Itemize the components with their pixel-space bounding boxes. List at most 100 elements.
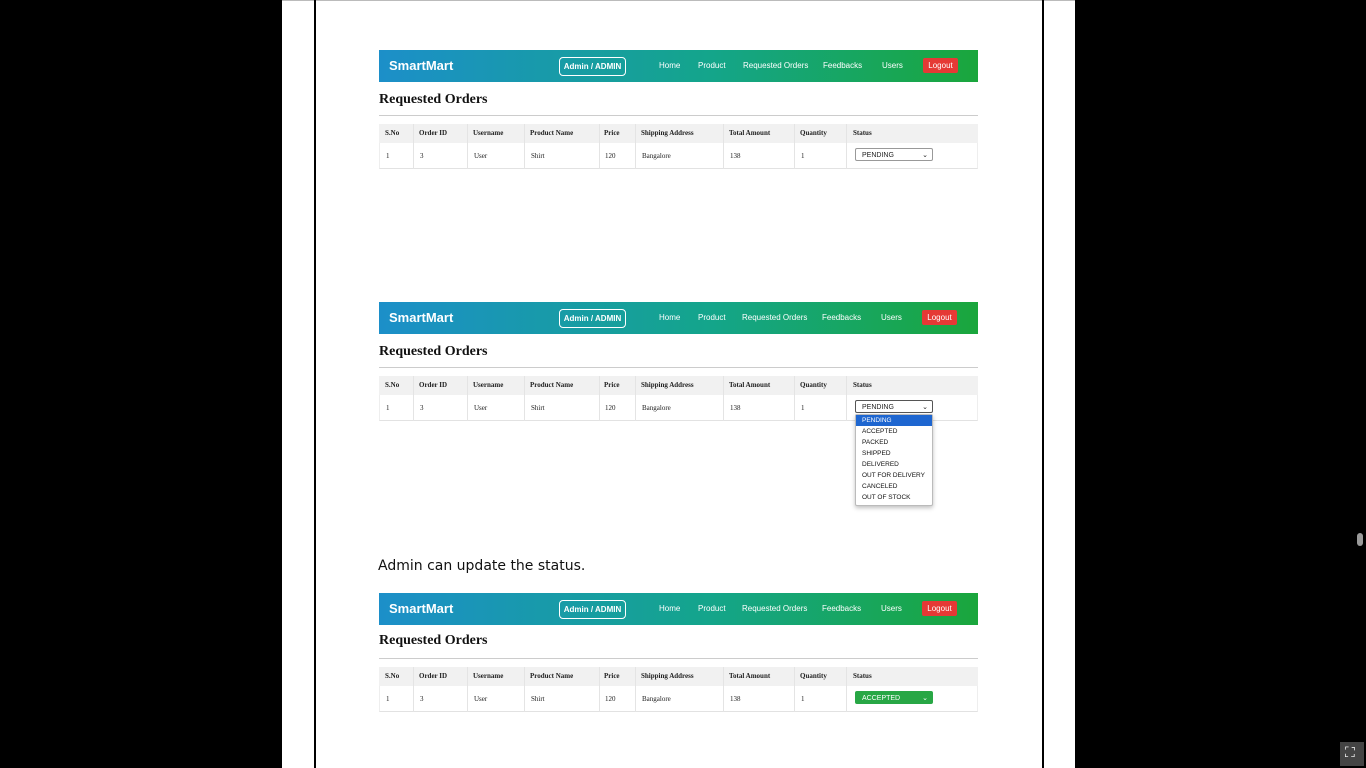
cell-shipping-address: Bangalore: [642, 695, 671, 703]
admin-badge[interactable]: Admin / ADMIN: [559, 309, 626, 328]
cell-sno: 1: [386, 695, 390, 703]
column-divider: [599, 667, 600, 712]
col-status: Status: [853, 129, 872, 137]
nav-home[interactable]: Home: [659, 604, 680, 613]
cell-sno: 1: [386, 404, 390, 412]
column-divider: [723, 667, 724, 712]
orders-table: S.No Order ID Username Product Name Pric…: [379, 667, 978, 712]
status-value: ACCEPTED: [862, 695, 901, 702]
page-title: Requested Orders: [379, 633, 488, 648]
option-canceled[interactable]: CANCELED: [856, 481, 932, 492]
col-sno: S.No: [385, 129, 400, 137]
option-packed[interactable]: PACKED: [856, 437, 932, 448]
navbar: SmartMart Admin / ADMIN Home Product Req…: [379, 593, 978, 625]
table-header: S.No Order ID Username Product Name Pric…: [379, 124, 978, 143]
column-divider: [794, 124, 795, 169]
logout-button[interactable]: Logout: [922, 601, 957, 616]
nav-feedbacks[interactable]: Feedbacks: [823, 61, 862, 70]
cell-username: User: [474, 152, 488, 160]
cell-product-name: Shirt: [531, 695, 545, 703]
title-divider: [379, 367, 978, 368]
nav-users[interactable]: Users: [882, 61, 903, 70]
option-pending[interactable]: PENDING: [856, 415, 932, 426]
column-divider: [635, 124, 636, 169]
column-divider: [467, 124, 468, 169]
col-username: Username: [473, 672, 504, 680]
col-total-amount: Total Amount: [729, 672, 771, 680]
column-divider: [794, 376, 795, 421]
cell-shipping-address: Bangalore: [642, 152, 671, 160]
col-status: Status: [853, 381, 872, 389]
nav-product[interactable]: Product: [698, 313, 726, 322]
nav-product[interactable]: Product: [698, 604, 726, 613]
screenshot-dropdown: SmartMart Admin / ADMIN Home Product Req…: [379, 302, 978, 422]
brand-logo[interactable]: SmartMart: [389, 601, 453, 616]
col-quantity: Quantity: [800, 672, 827, 680]
cell-username: User: [474, 404, 488, 412]
page-title: Requested Orders: [379, 92, 488, 107]
exit-fullscreen-icon: ⛶: [1345, 744, 1355, 760]
logout-button[interactable]: Logout: [923, 58, 958, 73]
table-header: S.No Order ID Username Product Name Pric…: [379, 376, 978, 395]
caption-text: Admin can update the status.: [378, 558, 586, 574]
col-product-name: Product Name: [530, 672, 574, 680]
cell-total-amount: 138: [730, 404, 741, 412]
cell-shipping-address: Bangalore: [642, 404, 671, 412]
col-username: Username: [473, 381, 504, 389]
table-row: 1 3 User Shirt 120 Bangalore 138 1 ACCEP…: [379, 686, 978, 712]
status-select[interactable]: ACCEPTED ⌄: [855, 691, 933, 704]
admin-badge[interactable]: Admin / ADMIN: [559, 600, 626, 619]
cell-price: 120: [605, 695, 616, 703]
nav-requested-orders[interactable]: Requested Orders: [742, 604, 807, 613]
status-select[interactable]: PENDING ⌄: [855, 400, 933, 413]
nav-requested-orders[interactable]: Requested Orders: [743, 61, 808, 70]
cell-product-name: Shirt: [531, 404, 545, 412]
col-order-id: Order ID: [419, 129, 448, 137]
col-price: Price: [604, 129, 620, 137]
cell-quantity: 1: [801, 404, 805, 412]
column-divider: [524, 667, 525, 712]
table-row: 1 3 User Shirt 120 Bangalore 138 1 PENDI…: [379, 143, 978, 169]
table-header: S.No Order ID Username Product Name Pric…: [379, 667, 978, 686]
title-divider: [379, 115, 978, 116]
brand-logo[interactable]: SmartMart: [389, 310, 453, 325]
exit-fullscreen-button[interactable]: ⛶: [1340, 742, 1364, 766]
option-shipped[interactable]: SHIPPED: [856, 448, 932, 459]
option-out-of-stock[interactable]: OUT OF STOCK: [856, 492, 932, 503]
nav-requested-orders[interactable]: Requested Orders: [742, 313, 807, 322]
cell-order-id: 3: [420, 152, 424, 160]
nav-users[interactable]: Users: [881, 313, 902, 322]
nav-product[interactable]: Product: [698, 61, 726, 70]
cell-quantity: 1: [801, 695, 805, 703]
column-divider: [846, 124, 847, 169]
column-divider: [846, 376, 847, 421]
status-select[interactable]: PENDING ⌄: [855, 148, 933, 161]
brand-logo[interactable]: SmartMart: [389, 58, 453, 73]
cell-order-id: 3: [420, 404, 424, 412]
nav-feedbacks[interactable]: Feedbacks: [822, 604, 861, 613]
cell-quantity: 1: [801, 152, 805, 160]
nav-feedbacks[interactable]: Feedbacks: [822, 313, 861, 322]
scrollbar-thumb[interactable]: [1357, 533, 1363, 546]
col-order-id: Order ID: [419, 381, 448, 389]
option-out-for-delivery[interactable]: OUT FOR DELIVERY: [856, 470, 932, 481]
logout-button[interactable]: Logout: [922, 310, 957, 325]
nav-home[interactable]: Home: [659, 313, 680, 322]
cell-total-amount: 138: [730, 695, 741, 703]
column-divider: [635, 667, 636, 712]
nav-users[interactable]: Users: [881, 604, 902, 613]
col-username: Username: [473, 129, 504, 137]
navbar: SmartMart Admin / ADMIN Home Product Req…: [379, 50, 978, 82]
cell-price: 120: [605, 152, 616, 160]
admin-badge[interactable]: Admin / ADMIN: [559, 57, 626, 76]
cell-product-name: Shirt: [531, 152, 545, 160]
column-divider: [524, 124, 525, 169]
column-divider: [723, 376, 724, 421]
col-order-id: Order ID: [419, 672, 448, 680]
col-shipping-address: Shipping Address: [641, 381, 694, 389]
cell-order-id: 3: [420, 695, 424, 703]
column-divider: [599, 124, 600, 169]
nav-home[interactable]: Home: [659, 61, 680, 70]
option-accepted[interactable]: ACCEPTED: [856, 426, 932, 437]
option-delivered[interactable]: DELIVERED: [856, 459, 932, 470]
